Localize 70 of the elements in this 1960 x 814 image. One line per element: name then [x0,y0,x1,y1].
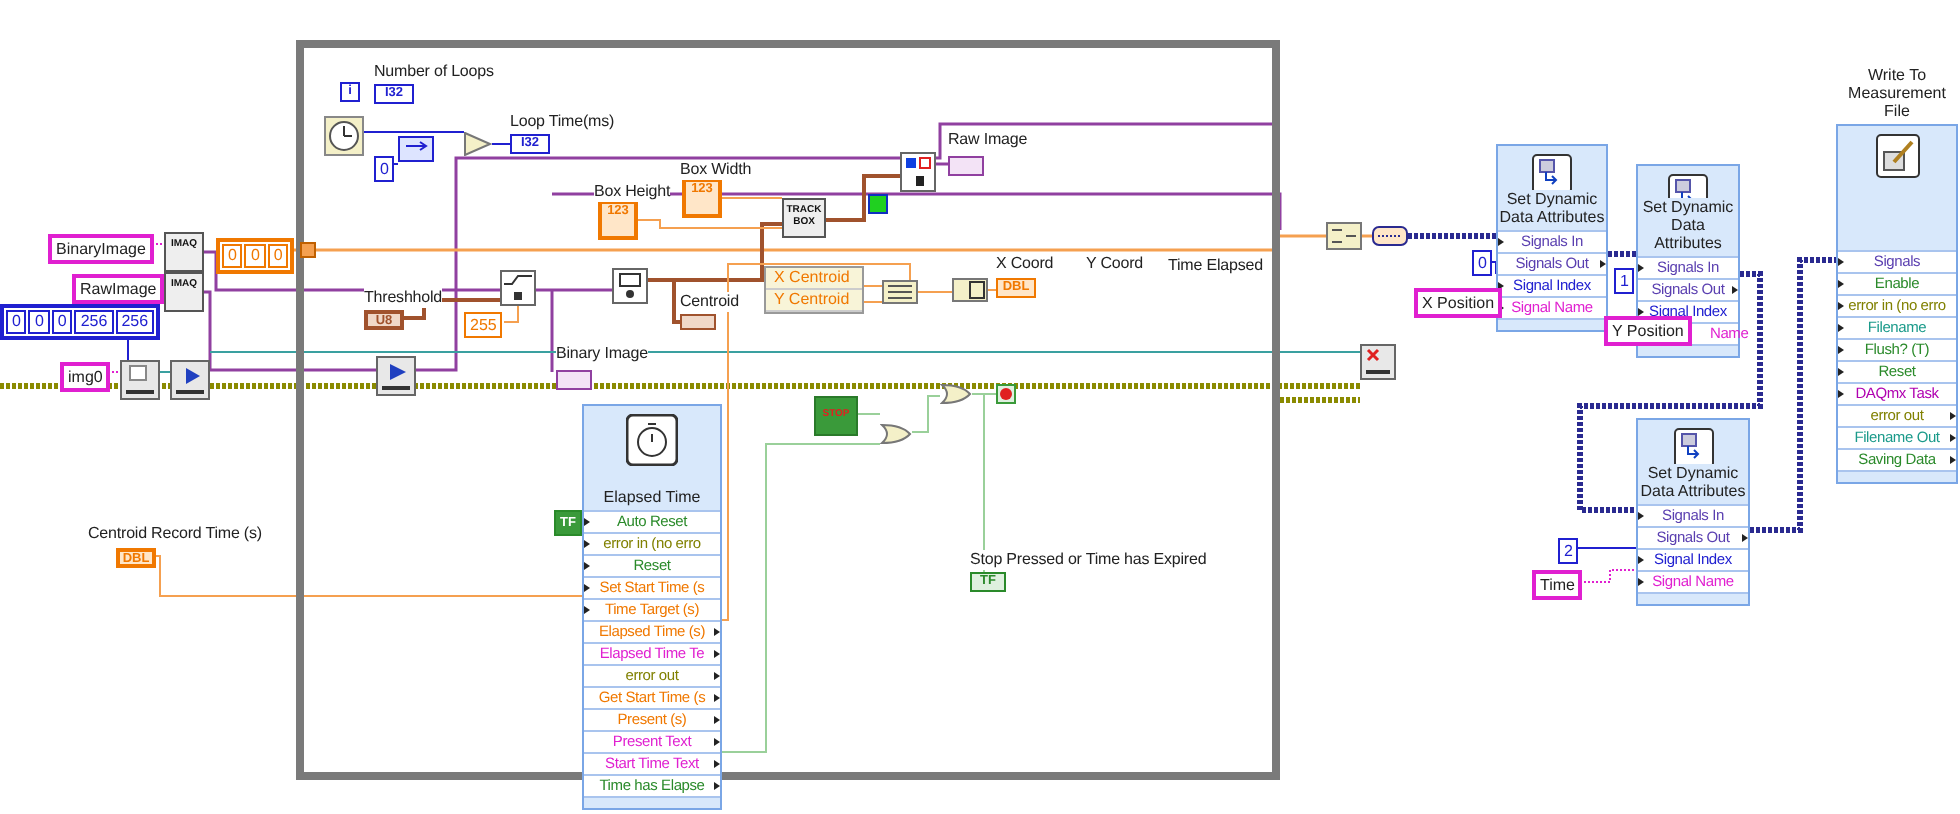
wire [1573,547,1637,549]
or-gate-icon [880,424,912,444]
signal-icon [1673,428,1713,464]
signal-icon [1668,174,1708,198]
constant: 2 [1558,538,1579,564]
constant: Y Position [1604,316,1692,346]
subtract-icon [464,132,492,156]
wire [1608,251,1636,257]
label: Threshhold [364,288,443,308]
grab-icon [376,356,416,396]
stop-condition-icon [996,384,1016,404]
constant: 0 [1472,250,1493,276]
label: Time Elapsed [1168,256,1263,276]
array-element: 0 [28,310,50,334]
wire [1408,233,1496,239]
convert-to-dynamic-icon [1372,226,1408,246]
label: Centroid Record Time (s) [88,524,262,544]
constant: 1 [1614,268,1635,294]
wire [159,371,171,373]
cluster-element: Y Centroid [766,290,862,312]
build-array-icon [952,278,988,302]
signal-icon [1532,154,1572,190]
wire [1362,234,1372,238]
array-element: 0 [51,310,73,334]
camera-close-icon [1360,344,1396,380]
pencil-icon [1875,134,1919,178]
label: Number of Loops [374,62,494,82]
constant: 255 [464,312,503,338]
label: Loop Time(ms) [510,112,615,132]
label: Binary Image [556,344,648,364]
node-title: Elapsed Time [603,488,701,506]
label: Box Height [594,182,671,202]
particle-analysis-icon [612,268,648,304]
label: Y Coord [1086,254,1144,274]
overlay-icon [900,152,936,192]
node-title: Set Dynamic Data Attributes [1638,464,1748,500]
label: X Coord [996,254,1054,274]
clock-icon [324,116,364,156]
shift-register-icon [398,136,434,162]
constant: X Position [1414,288,1503,318]
camera-open-icon [120,360,160,400]
array-element: 256 [74,310,114,334]
tunnel-icon [300,242,316,258]
constant: 0 [374,156,395,182]
constant: BinaryImage [48,234,154,264]
node-title: Write To Measurement File [1846,66,1948,120]
or-gate-icon [940,384,972,404]
array-element: 0 [244,244,266,268]
array-element: 0 [6,310,27,334]
node-title: Set Dynamic Data Attributes [1498,190,1606,226]
label: Box Width [680,160,752,180]
node-title: Set Dynamic Data Attributes [1640,198,1736,252]
array-element: 0 [267,244,289,268]
wire [1280,397,1360,403]
grab-setup-icon [170,360,210,400]
cluster-element: X Centroid [766,268,862,290]
constant: img0 [60,362,111,392]
color-constant-icon [868,194,888,214]
array-element: 0 [222,244,243,268]
wire [1487,261,1497,275]
array-element: 256 [115,310,155,334]
label: Stop Pressed or Time has Expired [970,550,1207,570]
constant: RawImage [72,274,165,304]
stopwatch-icon [626,414,678,466]
merge-signals-icon [1326,222,1362,250]
label: Centroid [680,292,739,312]
threshold-icon [500,270,536,306]
constant: Time [1532,570,1583,600]
label: Raw Image [948,130,1028,150]
bundle-icon [882,280,918,304]
